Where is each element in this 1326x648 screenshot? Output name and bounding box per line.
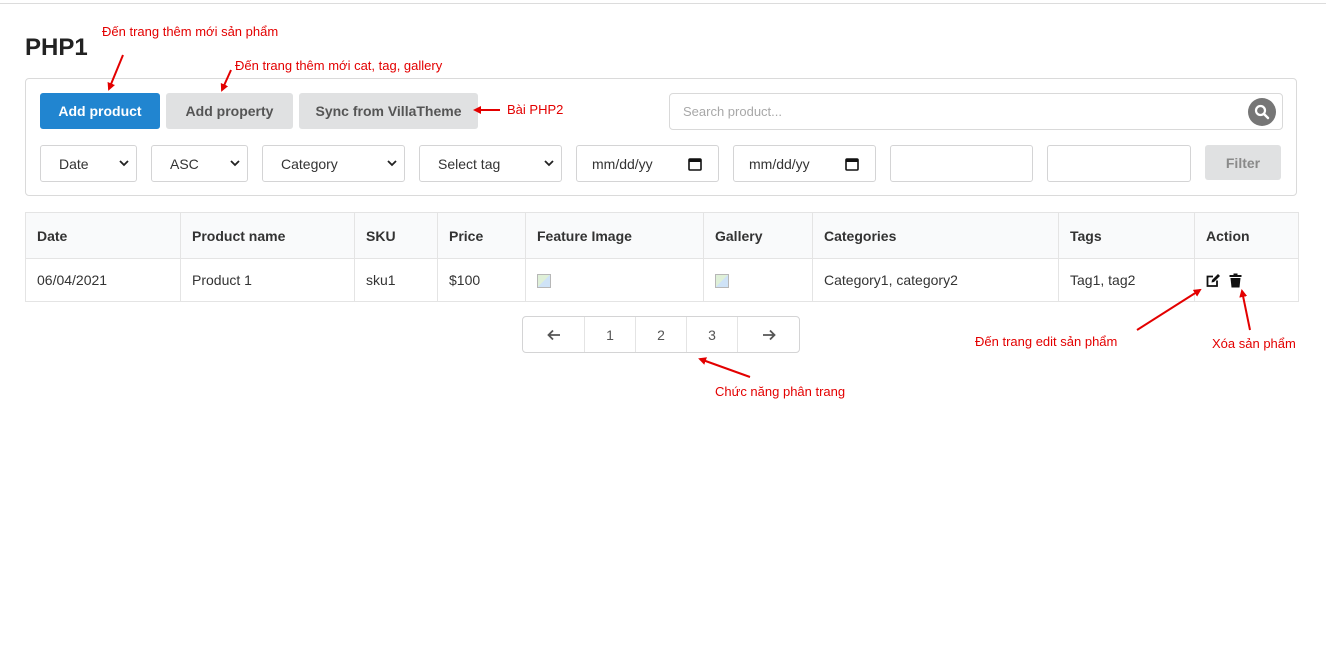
- products-table: Date Product name SKU Price Feature Imag…: [25, 212, 1299, 302]
- category-select[interactable]: Category: [262, 145, 405, 182]
- header-product-name: Product name: [180, 212, 355, 259]
- cell-sku: sku1: [354, 258, 438, 302]
- annotation-add-property: Đến trang thêm mới cat, tag, gallery: [235, 58, 443, 73]
- cell-price: $100: [437, 258, 526, 302]
- annotation-sync: Bài PHP2: [507, 102, 564, 117]
- date-to-placeholder: mm/dd/yy: [749, 155, 810, 172]
- header-tags: Tags: [1058, 212, 1195, 259]
- tag-select[interactable]: Select tag: [419, 145, 562, 182]
- arrow-left-icon: [546, 329, 560, 340]
- search-box: [669, 93, 1283, 130]
- annotation-pagination: Chức năng phân trang: [715, 384, 846, 399]
- top-divider: [0, 3, 1326, 4]
- chevron-down-icon: [544, 160, 554, 167]
- page-title: PHP1: [25, 34, 88, 61]
- add-product-button[interactable]: Add product: [40, 93, 160, 129]
- table-row: 06/04/2021 Product 1 sku1 $100 Category1…: [25, 258, 1299, 302]
- search-button[interactable]: [1248, 98, 1276, 126]
- cell-categories: Category1, category2: [812, 258, 1059, 302]
- header-categories: Categories: [812, 212, 1059, 259]
- broken-image-icon: [537, 274, 551, 289]
- arrow-right-icon: [762, 329, 776, 340]
- filter-panel: Add product Add property Sync from Villa…: [25, 78, 1297, 196]
- arrow-pagination: [698, 357, 751, 378]
- order-value: ASC: [170, 155, 199, 172]
- header-sku: SKU: [354, 212, 438, 259]
- page-2-button[interactable]: 2: [636, 317, 687, 352]
- calendar-icon[interactable]: [688, 157, 702, 171]
- sort-by-select[interactable]: Date: [40, 145, 137, 182]
- chevron-down-icon: [119, 160, 129, 167]
- category-value: Category: [281, 155, 338, 172]
- cell-tags: Tag1, tag2: [1058, 258, 1195, 302]
- chevron-down-icon: [230, 160, 240, 167]
- prev-page-button[interactable]: [523, 317, 585, 352]
- filter-button[interactable]: Filter: [1205, 145, 1281, 180]
- add-property-button[interactable]: Add property: [166, 93, 293, 129]
- order-select[interactable]: ASC: [151, 145, 248, 182]
- annotation-delete: Xóa sản phẩm: [1212, 336, 1296, 351]
- price-min-input[interactable]: [890, 145, 1033, 182]
- page-3-button[interactable]: 3: [687, 317, 738, 352]
- cell-action: [1194, 258, 1299, 302]
- trash-icon[interactable]: [1229, 273, 1242, 288]
- header-action: Action: [1194, 212, 1299, 259]
- cell-date: 06/04/2021: [25, 258, 181, 302]
- annotation-add-product: Đến trang thêm mới sản phẩm: [102, 24, 279, 39]
- page-1-button[interactable]: 1: [585, 317, 636, 352]
- date-to-input[interactable]: mm/dd/yy: [733, 145, 876, 182]
- tag-value: Select tag: [438, 155, 501, 172]
- edit-icon[interactable]: [1206, 273, 1221, 288]
- cell-product-name: Product 1: [180, 258, 355, 302]
- price-max-input[interactable]: [1047, 145, 1191, 182]
- header-feature-image: Feature Image: [525, 212, 704, 259]
- calendar-icon[interactable]: [845, 157, 859, 171]
- cell-gallery: [703, 258, 813, 302]
- header-gallery: Gallery: [703, 212, 813, 259]
- chevron-down-icon: [387, 160, 397, 167]
- pagination: 1 2 3: [522, 316, 800, 353]
- next-page-button[interactable]: [738, 317, 799, 352]
- table-header-row: Date Product name SKU Price Feature Imag…: [25, 212, 1299, 259]
- search-icon: [1254, 104, 1270, 120]
- broken-image-icon: [715, 274, 729, 289]
- date-from-input[interactable]: mm/dd/yy: [576, 145, 719, 182]
- cell-feature-image: [525, 258, 704, 302]
- sync-villatheme-button[interactable]: Sync from VillaTheme: [299, 93, 478, 129]
- sort-by-value: Date: [59, 155, 89, 172]
- header-date: Date: [25, 212, 181, 259]
- search-input[interactable]: [670, 94, 1230, 129]
- date-from-placeholder: mm/dd/yy: [592, 155, 653, 172]
- annotation-edit: Đến trang edit sản phẩm: [975, 334, 1118, 349]
- header-price: Price: [437, 212, 526, 259]
